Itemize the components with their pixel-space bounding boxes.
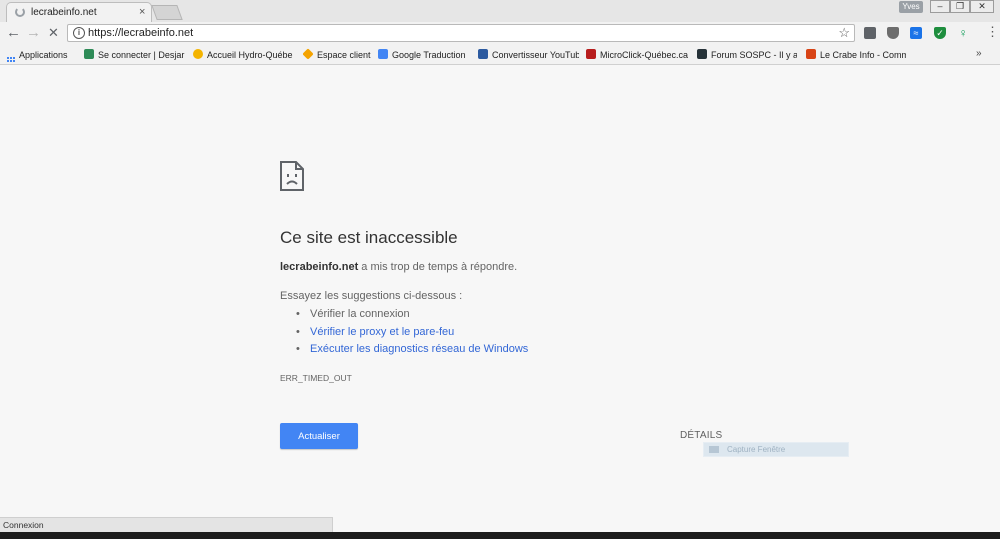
capture-window-tooltip: Capture Fenêtre: [703, 442, 849, 457]
error-host-message: a mis trop de temps à répondre.: [358, 261, 518, 273]
bookmark-espace-client[interactable]: Espace client: [303, 48, 373, 62]
profile-button[interactable]: Yves: [899, 1, 923, 13]
url-text[interactable]: https://lecrabeinfo.net: [88, 27, 193, 39]
translate-icon: [378, 49, 388, 59]
apps-icon: [7, 57, 15, 62]
suggestion-check-connection: Vérifier la connexion: [296, 306, 528, 324]
back-button[interactable]: ←: [6, 25, 21, 41]
bookmarks-bar: Applications Se connecter | Desjar Accue…: [0, 46, 1000, 65]
more-bookmarks-icon[interactable]: »: [976, 48, 982, 59]
error-code: ERR_TIMED_OUT: [280, 373, 352, 383]
site-info-icon[interactable]: i: [73, 27, 85, 39]
microclick-icon: [586, 49, 596, 59]
bookmark-microclick[interactable]: MicroClick-Québec.ca: [586, 48, 689, 62]
waves-icon[interactable]: ≈: [910, 27, 922, 39]
suggestion-check-proxy-link[interactable]: Vérifier le proxy et le pare-feu: [296, 324, 528, 342]
status-bar: Connexion: [0, 517, 333, 532]
search-icon: [193, 49, 203, 59]
bookmark-forum-sospc[interactable]: Forum SOSPC - Il y a: [697, 48, 797, 62]
menu-icon[interactable]: ⋮: [986, 25, 999, 39]
tab-strip: lecrabeinfo.net × Yves – ❐ ✕: [0, 0, 1000, 22]
taskbar: [0, 532, 1000, 539]
suggestions-heading: Essayez les suggestions ci-dessous :: [280, 290, 463, 302]
bookmark-google-traduction[interactable]: Google Traduction: [378, 48, 472, 62]
tab-lecrabeinfo[interactable]: lecrabeinfo.net ×: [6, 2, 152, 22]
shield-icon[interactable]: [887, 27, 899, 39]
tab-close-icon[interactable]: ×: [139, 6, 145, 18]
minimize-button[interactable]: –: [930, 0, 950, 13]
diamond-icon: [303, 48, 314, 60]
error-title: Ce site est inaccessible: [280, 228, 458, 247]
bookmark-star-icon[interactable]: ☆: [838, 25, 850, 41]
key-icon[interactable]: ♀: [957, 27, 969, 39]
crab-icon: [806, 49, 816, 59]
bookmark-desjardins[interactable]: Se connecter | Desjar: [84, 48, 186, 62]
forward-button[interactable]: →: [26, 25, 41, 41]
close-window-button[interactable]: ✕: [970, 0, 994, 13]
tab-title: lecrabeinfo.net: [31, 7, 97, 18]
address-bar[interactable]: i https://lecrabeinfo.net ☆: [67, 24, 855, 42]
suggestion-run-diagnostics-link[interactable]: Exécuter les diagnostics réseau de Windo…: [296, 341, 528, 359]
desjardins-icon: [84, 49, 94, 59]
reload-button[interactable]: Actualiser: [280, 423, 358, 449]
toolbar: ← → ✕ i https://lecrabeinfo.net ☆ ≈ ✓ ♀ …: [0, 22, 1000, 46]
stop-button[interactable]: ✕: [48, 25, 59, 41]
bookmark-applications[interactable]: Applications: [7, 48, 77, 62]
bookmark-le-crabe-info[interactable]: Le Crabe Info - Comm: [806, 48, 906, 62]
forum-icon: [697, 49, 707, 59]
suggestions-list: Vérifier la connexion Vérifier le proxy …: [296, 306, 528, 359]
details-button[interactable]: DÉTAILS: [680, 430, 722, 441]
maximize-button[interactable]: ❐: [950, 0, 970, 13]
bookmark-convertisseur-youtube[interactable]: Convertisseur YouTub: [478, 48, 579, 62]
capture-icon: [709, 446, 719, 453]
sad-document-icon: [280, 161, 304, 191]
new-tab-button[interactable]: [151, 5, 183, 20]
error-message: lecrabeinfo.net a mis trop de temps à ré…: [280, 261, 517, 273]
bookmark-hydro-quebec[interactable]: Accueil Hydro-Québe: [193, 48, 294, 62]
youtube-converter-icon: [478, 49, 488, 59]
loading-spinner-icon: [15, 7, 25, 17]
page-icon[interactable]: [864, 27, 876, 39]
error-host: lecrabeinfo.net: [280, 261, 359, 273]
shield-check-icon[interactable]: ✓: [934, 27, 946, 39]
